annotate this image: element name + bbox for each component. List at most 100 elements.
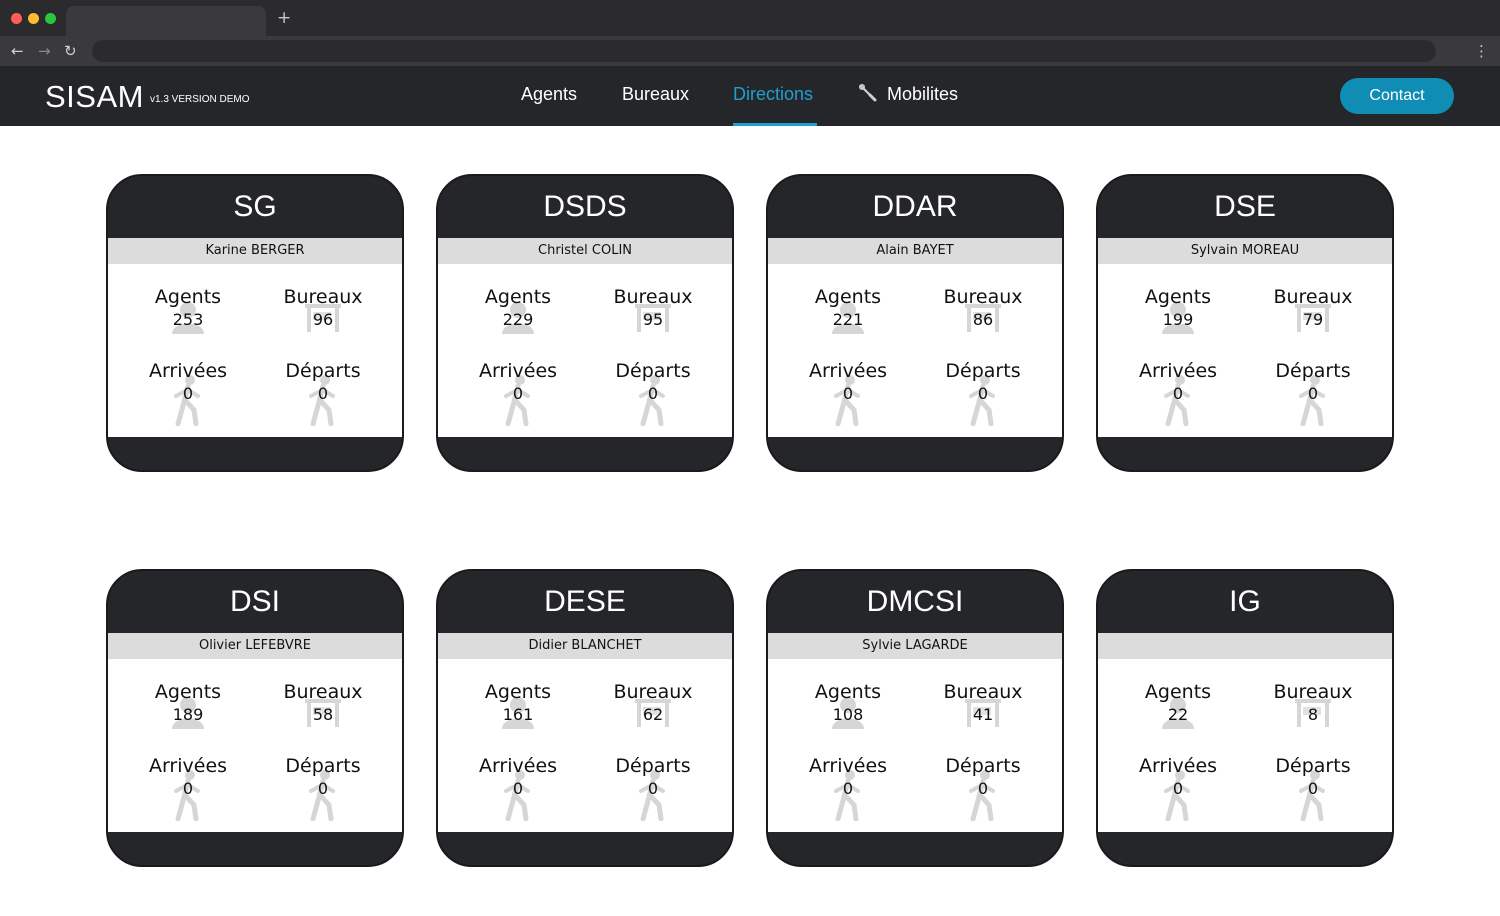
browser-menu-icon[interactable]: ⋮ — [1474, 41, 1489, 61]
stat-value: 0 — [512, 779, 524, 798]
direction-head — [1098, 633, 1392, 659]
stat-value: 58 — [312, 705, 334, 724]
stat-label: Arrivées — [808, 360, 888, 382]
stat-arrivees: Arrivées 0 — [453, 360, 583, 427]
stat-bureaux: Bureaux 41 — [918, 681, 1048, 727]
direction-stats: Agents 253 Bureaux 96 Arrivées 0 Départs… — [108, 264, 402, 437]
stat-label: Agents — [1144, 286, 1212, 308]
direction-head: Olivier LEFEBVRE — [108, 633, 402, 659]
stat-value: 0 — [647, 384, 659, 403]
stat-label: Bureaux — [943, 681, 1023, 703]
app-logo[interactable]: SISAM — [45, 80, 144, 114]
direction-stats: Agents 199 Bureaux 79 Arrivées 0 Départs… — [1098, 264, 1392, 437]
stat-value: 0 — [182, 779, 194, 798]
stat-arrivees: Arrivées 0 — [783, 755, 913, 822]
direction-card-dsds[interactable]: DSDS Christel COLIN Agents 229 Bureaux 9… — [436, 174, 734, 472]
nav-agents[interactable]: Agents — [521, 83, 577, 105]
direction-card-dese[interactable]: DESE Didier BLANCHET Agents 161 Bureaux … — [436, 569, 734, 867]
nav-bureaux[interactable]: Bureaux — [622, 83, 689, 105]
stat-arrivees: Arrivées 0 — [123, 360, 253, 427]
stat-departs: Départs 0 — [588, 755, 718, 822]
browser-toolbar: ← → ↻ ⋮ — [0, 36, 1500, 66]
stat-departs: Départs 0 — [588, 360, 718, 427]
stat-value: 189 — [172, 705, 204, 724]
stat-label: Départs — [1275, 360, 1351, 382]
stat-bureaux: Bureaux 86 — [918, 286, 1048, 332]
direction-stats: Agents 108 Bureaux 41 Arrivées 0 Départs… — [768, 659, 1062, 832]
back-arrow-icon[interactable]: ← — [11, 41, 24, 61]
browser-tab[interactable] — [66, 6, 266, 36]
stat-value: 0 — [182, 384, 194, 403]
stat-agents: Agents 199 — [1113, 286, 1243, 334]
stat-label: Arrivées — [1138, 360, 1218, 382]
direction-card-dsi[interactable]: DSI Olivier LEFEBVRE Agents 189 Bureaux … — [106, 569, 404, 867]
nav-mobilites[interactable]: Mobilites — [887, 83, 958, 105]
stat-value: 0 — [1172, 384, 1184, 403]
stat-departs: Départs 0 — [918, 360, 1048, 427]
minimize-window-button[interactable] — [28, 13, 39, 24]
address-bar[interactable] — [92, 40, 1436, 62]
close-window-button[interactable] — [11, 13, 22, 24]
reload-icon[interactable]: ↻ — [64, 41, 77, 61]
new-tab-icon[interactable]: + — [277, 8, 291, 28]
direction-stats: Agents 221 Bureaux 86 Arrivées 0 Départs… — [768, 264, 1062, 437]
direction-stats: Agents 189 Bureaux 58 Arrivées 0 Départs… — [108, 659, 402, 832]
stat-label: Agents — [154, 681, 222, 703]
stat-agents: Agents 229 — [453, 286, 583, 334]
stat-departs: Départs 0 — [1248, 755, 1378, 822]
stat-value: 229 — [502, 310, 534, 329]
direction-code: DSI — [229, 585, 280, 618]
stat-value: 0 — [317, 779, 329, 798]
stat-value: 0 — [977, 779, 989, 798]
stat-label: Bureaux — [1273, 681, 1353, 703]
stat-agents: Agents 22 — [1113, 681, 1243, 729]
direction-stats: Agents 161 Bureaux 62 Arrivées 0 Départs… — [438, 659, 732, 832]
contact-button[interactable]: Contact — [1340, 78, 1454, 114]
direction-head: Christel COLIN — [438, 238, 732, 264]
stat-label: Départs — [615, 755, 691, 777]
stat-value: 86 — [972, 310, 994, 329]
forward-arrow-icon[interactable]: → — [38, 41, 51, 61]
stat-label: Arrivées — [478, 360, 558, 382]
stat-value: 41 — [972, 705, 994, 724]
stat-agents: Agents 221 — [783, 286, 913, 334]
stat-value: 96 — [312, 310, 334, 329]
direction-code: DSDS — [543, 190, 627, 223]
stat-arrivees: Arrivées 0 — [123, 755, 253, 822]
stat-departs: Départs 0 — [258, 755, 388, 822]
stat-label: Bureaux — [943, 286, 1023, 308]
direction-card-sg[interactable]: SG Karine BERGER Agents 253 Bureaux 96 A… — [106, 174, 404, 472]
direction-head: Didier BLANCHET — [438, 633, 732, 659]
stat-label: Départs — [945, 360, 1021, 382]
directions-grid: SG Karine BERGER Agents 253 Bureaux 96 A… — [0, 126, 1500, 916]
stat-label: Bureaux — [613, 286, 693, 308]
stat-label: Agents — [1144, 681, 1212, 703]
stat-label: Arrivées — [808, 755, 888, 777]
direction-code: DSE — [1214, 190, 1276, 223]
stat-bureaux: Bureaux 96 — [258, 286, 388, 332]
stat-label: Arrivées — [478, 755, 558, 777]
stat-value: 22 — [1167, 705, 1189, 724]
direction-code: DMCSI — [866, 585, 964, 618]
stat-departs: Départs 0 — [918, 755, 1048, 822]
direction-card-ig[interactable]: IG Agents 22 Bureaux 8 Arrivées 0 Départ… — [1096, 569, 1394, 867]
stat-bureaux: Bureaux 58 — [258, 681, 388, 727]
stat-value: 8 — [1307, 705, 1319, 724]
stat-value: 0 — [842, 779, 854, 798]
direction-stats: Agents 229 Bureaux 95 Arrivées 0 Départs… — [438, 264, 732, 437]
stat-value: 0 — [1307, 779, 1319, 798]
direction-card-ddar[interactable]: DDAR Alain BAYET Agents 221 Bureaux 86 A… — [766, 174, 1064, 472]
direction-code: DESE — [544, 585, 626, 618]
direction-card-dmcsi[interactable]: DMCSI Sylvie LAGARDE Agents 108 Bureaux … — [766, 569, 1064, 867]
nav-directions[interactable]: Directions — [733, 83, 813, 105]
stat-departs: Départs 0 — [1248, 360, 1378, 427]
direction-head: Sylvie LAGARDE — [768, 633, 1062, 659]
stat-label: Bureaux — [1273, 286, 1353, 308]
maximize-window-button[interactable] — [45, 13, 56, 24]
stat-label: Départs — [285, 755, 361, 777]
stat-value: 0 — [647, 779, 659, 798]
stat-arrivees: Arrivées 0 — [1113, 360, 1243, 427]
direction-card-dse[interactable]: DSE Sylvain MOREAU Agents 199 Bureaux 79… — [1096, 174, 1394, 472]
direction-head: Sylvain MOREAU — [1098, 238, 1392, 264]
stat-value: 0 — [977, 384, 989, 403]
